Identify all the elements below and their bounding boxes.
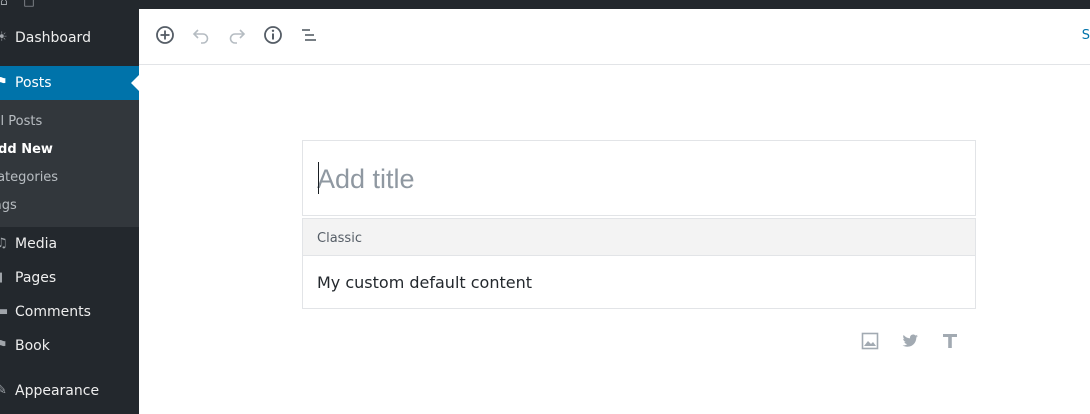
undo-button[interactable] xyxy=(190,24,212,46)
sidebar-item-book[interactable]: ⚑ Book xyxy=(0,329,139,363)
twitter-icon xyxy=(902,334,918,347)
classic-block-label: Classic xyxy=(317,231,362,246)
classic-block-content[interactable]: My custom default content xyxy=(317,273,532,292)
content-info-button[interactable] xyxy=(262,24,284,46)
redo-icon xyxy=(229,29,246,44)
submenu-item-categories[interactable]: Categories xyxy=(0,170,58,185)
admin-bar-icons[interactable]: ⌂ □ xyxy=(0,0,41,8)
sidebar-item-label: Book xyxy=(15,338,50,354)
brush-icon: ✎ xyxy=(0,383,7,398)
sidebar-item-pages[interactable]: ▮ Pages xyxy=(0,261,139,295)
redo-button[interactable] xyxy=(226,24,248,46)
comments-icon: ▬ xyxy=(0,304,9,319)
book-icon: ⚑ xyxy=(0,338,8,353)
media-icon: ♫ xyxy=(0,236,8,251)
sidebar-item-label: Media xyxy=(15,236,58,252)
sidebar-item-posts[interactable]: ⚑ Posts xyxy=(0,66,139,100)
pin-icon: ⚑ xyxy=(0,75,8,90)
sidebar-item-dashboard[interactable]: ☀ Dashboard xyxy=(0,21,139,55)
insert-heading-button[interactable] xyxy=(939,330,961,352)
undo-icon xyxy=(192,29,209,44)
info-icon xyxy=(264,26,282,44)
sidebar-item-label: Appearance xyxy=(15,383,100,399)
text-icon xyxy=(943,334,957,348)
submenu-item-all-posts[interactable]: All Posts xyxy=(0,114,42,129)
insert-image-button[interactable] xyxy=(859,330,881,352)
classic-block[interactable]: Classic My custom default content xyxy=(302,218,976,309)
sidebar-item-label: Posts xyxy=(15,75,52,91)
post-title-input[interactable] xyxy=(317,160,957,198)
editor-header-toolbar: S xyxy=(139,9,1090,65)
admin-sidebar: ☀ Dashboard ⚑ Posts All Posts Add New Ca… xyxy=(0,9,139,414)
submenu-item-tags[interactable]: Tags xyxy=(0,198,17,213)
sidebar-item-appearance[interactable]: ✎ Appearance xyxy=(0,374,139,408)
submenu-item-add-new[interactable]: Add New xyxy=(0,142,53,157)
add-block-button[interactable] xyxy=(154,24,176,46)
dashboard-icon: ☀ xyxy=(0,30,8,45)
list-icon xyxy=(302,29,316,41)
posts-submenu: All Posts Add New Categories Tags xyxy=(0,100,139,227)
plus-circle-icon xyxy=(156,26,174,44)
insert-twitter-button[interactable] xyxy=(899,330,921,352)
save-draft-link[interactable]: S xyxy=(1082,28,1090,43)
block-navigation-button[interactable] xyxy=(298,24,320,46)
sidebar-item-media[interactable]: ♫ Media xyxy=(0,227,139,261)
admin-bar: ⌂ □ xyxy=(0,0,1090,9)
sidebar-item-label: Pages xyxy=(15,270,57,286)
sidebar-item-label: Comments xyxy=(15,304,91,320)
pages-icon: ▮ xyxy=(0,271,6,284)
classic-block-toolbar: Classic xyxy=(303,219,975,256)
image-icon xyxy=(861,332,879,350)
sidebar-item-comments[interactable]: ▬ Comments xyxy=(0,295,139,329)
text-caret xyxy=(318,162,319,194)
sidebar-item-label: Dashboard xyxy=(15,30,91,46)
post-title-wrapper xyxy=(302,140,976,216)
